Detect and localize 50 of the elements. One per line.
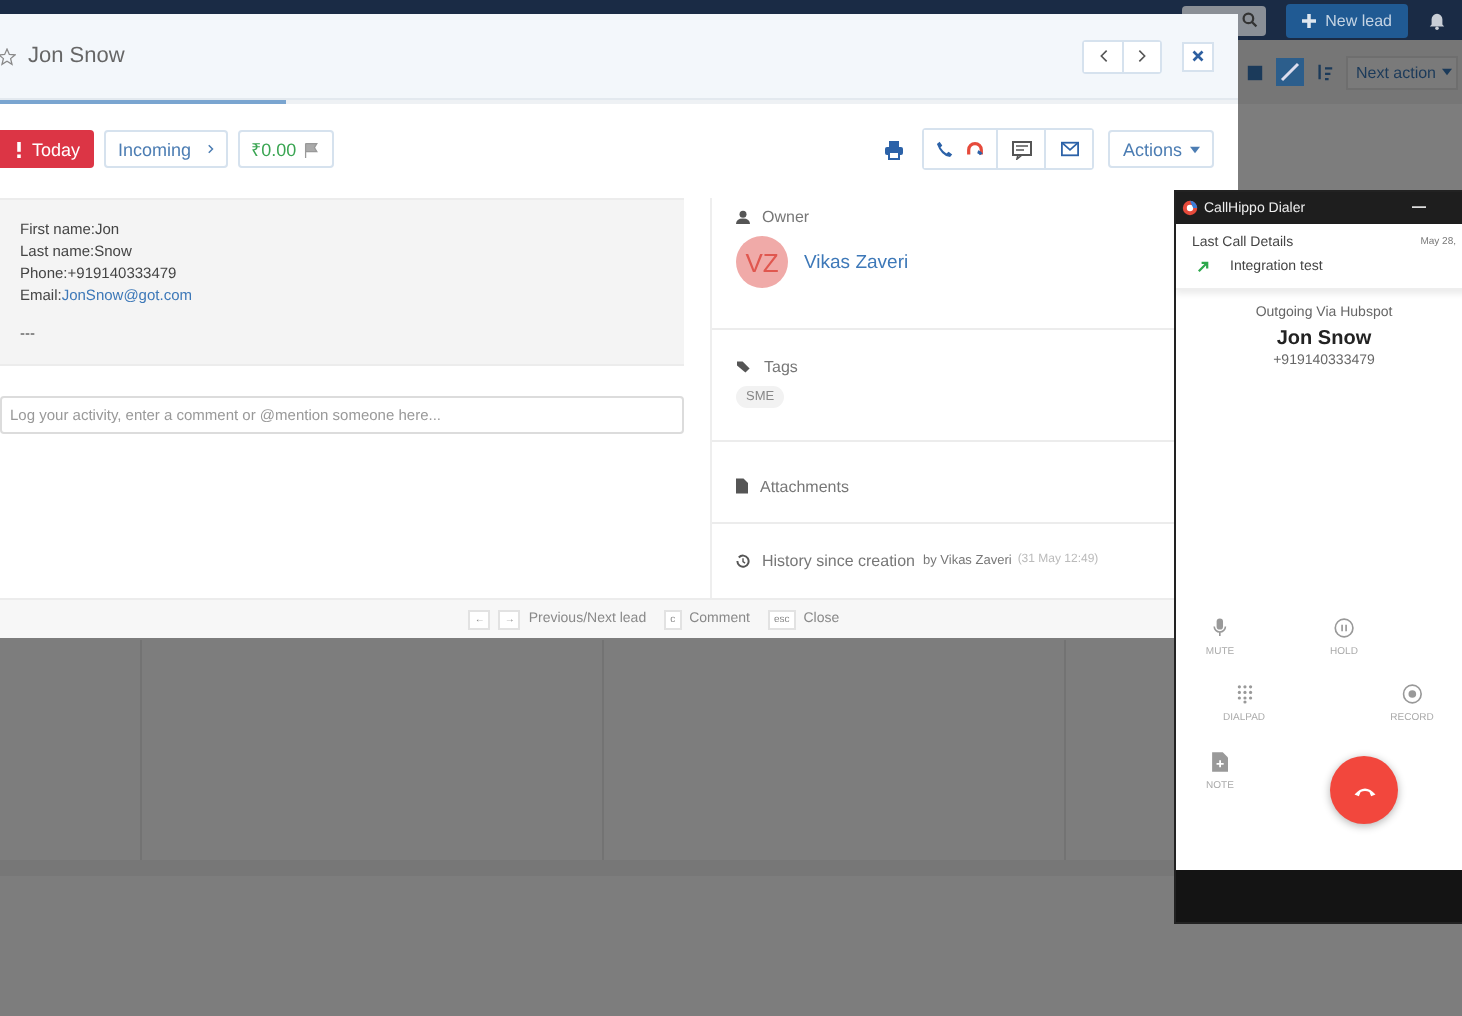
previous-button[interactable] (1084, 41, 1122, 71)
new-lead-button[interactable]: New lead (1285, 3, 1408, 37)
close-button[interactable] (1182, 41, 1214, 71)
end-call-button[interactable] (1330, 756, 1398, 824)
print-icon[interactable] (884, 139, 905, 159)
chevron-left-icon (1099, 50, 1107, 62)
tags-icon (736, 360, 752, 374)
owner-name-link[interactable]: Vikas Zaveri (804, 251, 909, 273)
section-heading[interactable]: History since creation (762, 551, 915, 569)
due-today-button[interactable]: Today (0, 130, 95, 168)
deal-value-button[interactable]: ₹0.00 (237, 130, 335, 168)
note-icon[interactable] (1212, 752, 1228, 772)
document-icon (736, 478, 748, 494)
exclamation-icon (16, 141, 22, 157)
app-logo-icon (1182, 200, 1198, 216)
outgoing-arrow-icon (1196, 260, 1210, 274)
minimize-icon[interactable] (1412, 206, 1426, 210)
email-button[interactable] (1044, 130, 1093, 168)
caret-icon (1442, 68, 1452, 76)
stage-button[interactable]: Incoming (104, 130, 228, 168)
pause-icon[interactable] (1334, 618, 1354, 638)
actions-button[interactable]: Actions (1108, 130, 1214, 168)
dialpad-icon[interactable] (1236, 684, 1252, 704)
next-action-button[interactable]: Next action (1345, 55, 1458, 89)
microphone-icon[interactable] (1212, 618, 1228, 638)
sort-icon[interactable] (1315, 62, 1334, 82)
message-icon (1011, 139, 1032, 159)
caret-icon (1190, 145, 1200, 153)
star-icon[interactable] (0, 47, 16, 65)
section-heading: Tags (764, 358, 798, 376)
section-heading[interactable]: Attachments (760, 477, 849, 495)
search-icon (1241, 12, 1258, 28)
close-icon (1192, 50, 1204, 62)
flag-icon (304, 141, 321, 157)
section-heading: Owner (762, 208, 810, 226)
plus-icon (1301, 13, 1316, 27)
bell-icon[interactable] (1428, 11, 1446, 29)
person-icon (736, 210, 750, 224)
record-icon[interactable] (1402, 684, 1422, 704)
chart-view-icon[interactable] (1275, 58, 1304, 86)
hang-up-icon (1351, 783, 1377, 797)
chevron-right-icon (207, 144, 214, 154)
next-button[interactable] (1122, 41, 1160, 71)
phone-icon (936, 140, 955, 158)
history-icon (736, 553, 750, 567)
chevron-right-icon (1138, 50, 1146, 62)
envelope-icon (1059, 140, 1080, 158)
modal-title: Jon Snow (28, 44, 127, 68)
owner-avatar: VZ (736, 236, 788, 288)
contact-name: Jon Snow (1274, 328, 1374, 350)
